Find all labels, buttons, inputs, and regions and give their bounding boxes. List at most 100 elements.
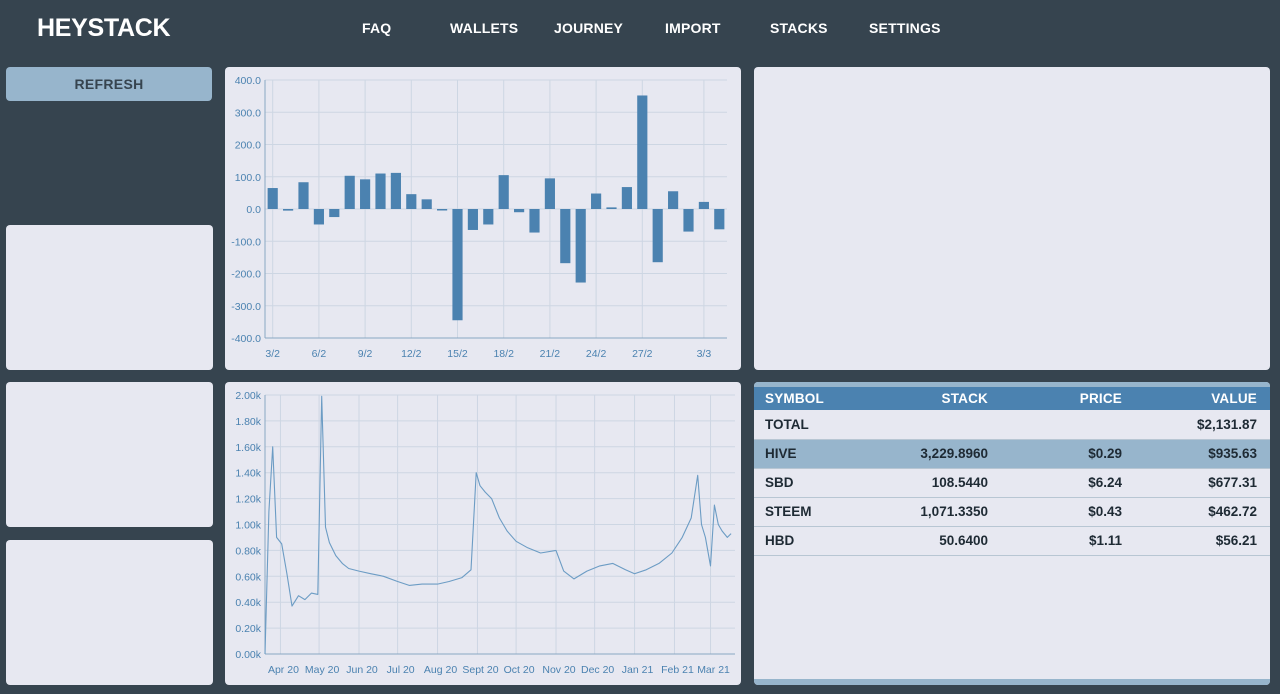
cell-symbol: SBD xyxy=(754,468,874,498)
cell-symbol: HBD xyxy=(754,526,874,556)
bar-9/2 xyxy=(360,179,371,209)
col-price-header[interactable]: PRICE xyxy=(988,387,1122,410)
nav-faq[interactable]: FAQ xyxy=(362,20,391,36)
value-series-line xyxy=(264,395,732,655)
table-row-sbd[interactable]: SBD 108.5440 $6.24 $677.31 xyxy=(754,468,1270,498)
cell-value: $677.31 xyxy=(1122,468,1270,498)
holdings-table-panel: SYMBOL STACK PRICE VALUE TOTAL $2,131.87… xyxy=(754,382,1270,685)
nav-settings[interactable]: SETTINGS xyxy=(869,20,941,36)
y-tick-label: 1.20k xyxy=(235,494,261,506)
bar-28/2 xyxy=(652,209,663,263)
table-row-hbd[interactable]: HBD 50.6400 $1.11 $56.21 xyxy=(754,526,1270,556)
cell-symbol: TOTAL xyxy=(754,410,874,440)
x-tick-label: 15/2 xyxy=(447,348,468,360)
x-tick-label: 3/2 xyxy=(265,348,280,360)
x-tick-label: 9/2 xyxy=(358,348,373,360)
y-tick-label: -300.0 xyxy=(231,301,261,313)
y-tick-label: -400.0 xyxy=(231,333,261,345)
x-tick-label: 18/2 xyxy=(493,348,514,360)
bar-13/2 xyxy=(421,199,432,209)
y-tick-label: 2.00k xyxy=(235,390,261,402)
cell-symbol: STEEM xyxy=(754,497,874,527)
cell-value: $462.72 xyxy=(1122,497,1270,527)
history-line-chart: 2.00k 1.80k 1.60k 1.40k 1.20k 1.00k 0.80k 0.60k… xyxy=(235,390,735,676)
y-tick-label: -100.0 xyxy=(231,236,261,248)
x-tick-label: Jul 20 xyxy=(387,664,415,676)
bar-2/3 xyxy=(683,209,694,232)
y-tick-label: -200.0 xyxy=(231,269,261,281)
bar-3/3 xyxy=(698,201,709,209)
bar-11/2 xyxy=(390,172,401,209)
y-tick-label: 300.0 xyxy=(235,107,261,119)
cell-stack: 3,229.8960 xyxy=(874,439,988,469)
x-tick-label: May 20 xyxy=(305,664,340,676)
y-tick-label: 1.80k xyxy=(235,416,261,428)
cell-price: $1.11 xyxy=(988,526,1122,556)
bar-12/2 xyxy=(406,194,417,209)
x-tick-label: 12/2 xyxy=(401,348,422,360)
bar-23/2 xyxy=(575,209,586,283)
col-value-header[interactable]: VALUE xyxy=(1122,387,1270,410)
nav-stacks[interactable]: STACKS xyxy=(770,20,828,36)
col-symbol-header[interactable]: SYMBOL xyxy=(754,387,874,410)
x-tick-label: Jan 21 xyxy=(622,664,654,676)
y-tick-label: 1.60k xyxy=(235,442,261,454)
table-row-total[interactable]: TOTAL $2,131.87 xyxy=(754,410,1270,440)
bar-8/2 xyxy=(344,175,355,209)
x-tick-label: 6/2 xyxy=(312,348,327,360)
daily-change-bar-chart: 400.0 300.0 200.0 100.0 0.0 -100.0 -200.0 -300.… xyxy=(231,75,727,360)
refresh-button[interactable]: REFRESH xyxy=(6,67,212,101)
cell-price: $0.29 xyxy=(988,439,1122,469)
y-tick-label: 1.40k xyxy=(235,468,261,480)
cell-value: $2,131.87 xyxy=(1122,410,1270,440)
bar-10/2 xyxy=(375,173,386,209)
bar-24/2 xyxy=(591,193,602,209)
col-stack-header[interactable]: STACK xyxy=(874,387,988,410)
bar-15/2 xyxy=(452,209,463,321)
nav-wallets[interactable]: WALLETS xyxy=(450,20,518,36)
y-tick-label: 400.0 xyxy=(235,75,261,87)
bar-21/2 xyxy=(544,178,555,209)
history-chart-panel: 2.00k 1.80k 1.60k 1.40k 1.20k 1.00k 0.80k 0.60k… xyxy=(225,382,741,685)
x-tick-label: Sept 20 xyxy=(462,664,498,676)
y-tick-label: 0.00k xyxy=(235,649,261,661)
cell-price: $0.43 xyxy=(988,497,1122,527)
x-tick-label: 3/3 xyxy=(697,348,712,360)
table-row-steem[interactable]: STEEM 1,071.3350 $0.43 $462.72 xyxy=(754,497,1270,527)
bar-14/2 xyxy=(437,209,448,211)
bar-25/2 xyxy=(606,207,617,209)
x-tick-label: 27/2 xyxy=(632,348,653,360)
bar-18/2 xyxy=(498,175,509,209)
x-tick-label: 21/2 xyxy=(540,348,561,360)
bar-17/2 xyxy=(483,209,494,225)
y-tick-label: 0.0 xyxy=(246,204,261,216)
cell-symbol: HIVE xyxy=(754,439,874,469)
bar-16/2 xyxy=(467,209,478,230)
nav-import[interactable]: IMPORT xyxy=(665,20,721,36)
y-tick-label: 0.60k xyxy=(235,571,261,583)
x-tick-label: Mar 21 xyxy=(697,664,730,676)
bar-7/2 xyxy=(329,209,340,218)
y-tick-label: 0.40k xyxy=(235,597,261,609)
table-header-row: SYMBOL STACK PRICE VALUE xyxy=(754,387,1270,410)
sidebar-panel-2 xyxy=(6,382,213,527)
sidebar-panel-3 xyxy=(6,540,213,685)
bar-19/2 xyxy=(514,209,525,213)
cell-stack: 50.6400 xyxy=(874,526,988,556)
y-tick-label: 1.00k xyxy=(235,520,261,532)
nav-journey[interactable]: JOURNEY xyxy=(554,20,623,36)
x-tick-label: Apr 20 xyxy=(268,664,299,676)
bar-3/2 xyxy=(267,188,278,209)
x-tick-label: Aug 20 xyxy=(424,664,457,676)
cell-price: $6.24 xyxy=(988,468,1122,498)
x-tick-label: Oct 20 xyxy=(504,664,535,676)
cell-stack: 1,071.3350 xyxy=(874,497,988,527)
table-row-hive[interactable]: HIVE 3,229.8960 $0.29 $935.63 xyxy=(754,439,1270,469)
x-tick-label: 24/2 xyxy=(586,348,607,360)
cell-stack xyxy=(874,410,988,440)
y-tick-label: 0.20k xyxy=(235,623,261,635)
bar-4/2 xyxy=(283,209,294,211)
x-tick-label: Nov 20 xyxy=(542,664,575,676)
x-tick-label: Dec 20 xyxy=(581,664,614,676)
bar-26/2 xyxy=(621,187,632,209)
